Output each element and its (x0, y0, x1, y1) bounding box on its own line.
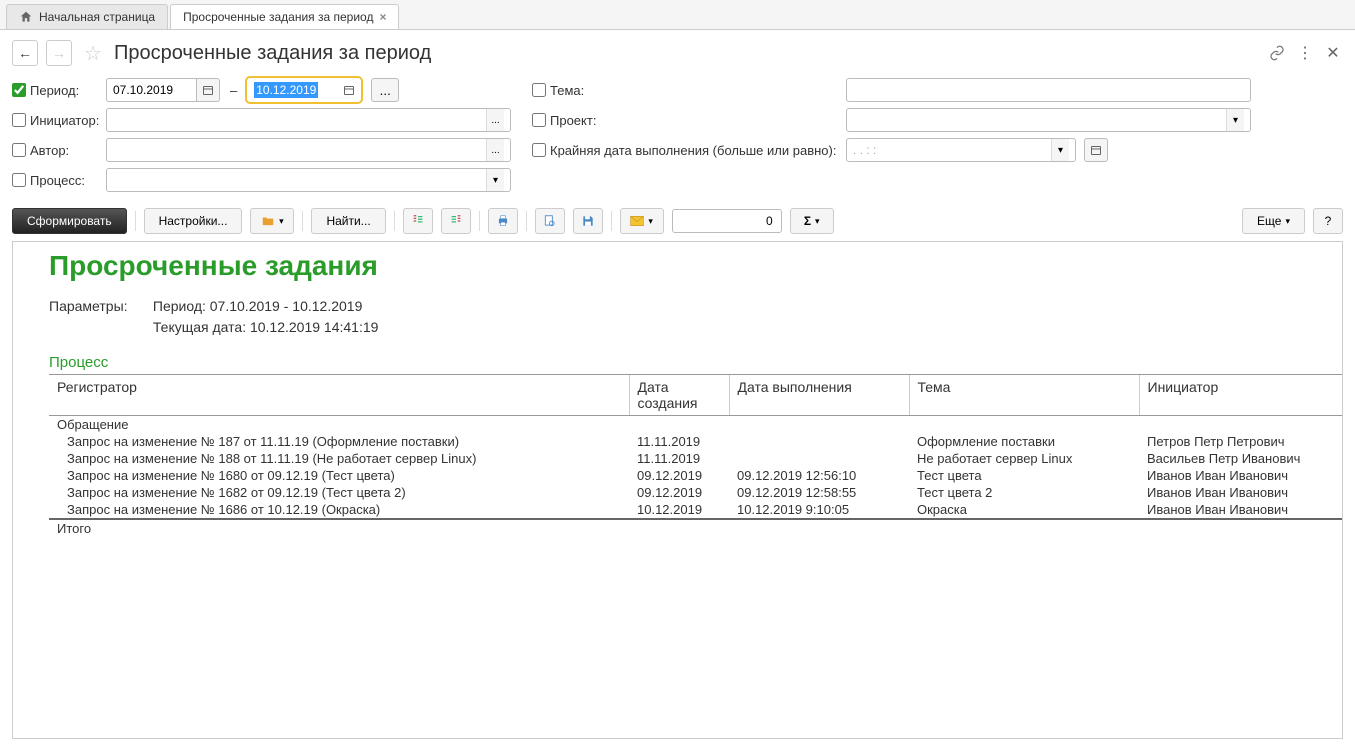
initiator-checkbox[interactable] (12, 113, 26, 127)
print-button[interactable] (488, 208, 518, 234)
col-registrar: Регистратор (49, 375, 629, 416)
ellipsis-icon[interactable]: ... (486, 139, 504, 161)
generate-button[interactable]: Сформировать (12, 208, 127, 234)
printer-icon (496, 214, 510, 228)
author-input[interactable]: ... (106, 138, 511, 162)
save-button[interactable] (573, 208, 603, 234)
period-to-input[interactable]: 10.12.2019 (247, 78, 337, 102)
document-search-icon (543, 214, 557, 228)
tab-report-label: Просроченные задания за период (183, 10, 373, 24)
kebab-icon[interactable]: ⋮ (1295, 43, 1315, 63)
chevron-down-icon[interactable]: ▾ (1051, 139, 1069, 161)
link-icon[interactable] (1267, 43, 1287, 63)
process-input[interactable]: ▾ (106, 168, 511, 192)
chevron-down-icon[interactable]: ▾ (486, 169, 504, 191)
report-area: − − Просроченные задания Параметры: Пери… (12, 241, 1343, 739)
report-params: Параметры: Период: 07.10.2019 - 10.12.20… (49, 296, 1342, 338)
sum-input[interactable] (672, 209, 782, 233)
group-row[interactable]: Обращение (49, 416, 1342, 434)
topic-label: Тема: (532, 83, 842, 98)
header: ← → ☆ Просроченные задания за период ⋮ ✕ (0, 30, 1355, 74)
preview-button[interactable] (535, 208, 565, 234)
page-title: Просроченные задания за период (114, 42, 431, 65)
col-topic: Тема (909, 375, 1139, 416)
report-table: Регистратор Дата создания Дата выполнени… (49, 375, 1342, 537)
ellipsis-icon[interactable]: ... (486, 109, 504, 131)
author-label: Автор: (12, 143, 102, 158)
table-row[interactable]: Запрос на изменение № 188 от 11.11.19 (Н… (49, 450, 1342, 467)
diskette-icon (581, 214, 595, 228)
process-checkbox[interactable] (12, 173, 26, 187)
report-title: Просроченные задания (49, 250, 1342, 282)
favorite-button[interactable]: ☆ (80, 40, 106, 66)
deadline-label: Крайняя дата выполнения (больше или равн… (532, 143, 842, 158)
chevron-down-icon[interactable]: ▾ (1226, 109, 1244, 131)
process-label: Процесс: (12, 173, 102, 188)
home-icon (19, 10, 33, 24)
table-row[interactable]: Запрос на изменение № 1680 от 09.12.19 (… (49, 467, 1342, 484)
expand-all-button[interactable] (403, 208, 433, 234)
project-input[interactable]: ▾ (846, 108, 1251, 132)
table-row[interactable]: Запрос на изменение № 1682 от 09.12.19 (… (49, 484, 1342, 501)
col-created: Дата создания (629, 375, 729, 416)
folder-icon (261, 214, 275, 228)
period-dash: – (224, 83, 243, 98)
variants-button[interactable]: ▾ (250, 208, 294, 234)
collapse-icon (449, 214, 463, 228)
period-select-button[interactable]: ... (371, 78, 399, 102)
col-initiator: Инициатор (1139, 375, 1342, 416)
envelope-icon (630, 215, 644, 227)
tab-report[interactable]: Просроченные задания за период × (170, 4, 399, 29)
tab-home-label: Начальная страница (39, 10, 155, 24)
tab-home[interactable]: Начальная страница (6, 4, 168, 29)
table-row[interactable]: Запрос на изменение № 1686 от 10.12.19 (… (49, 501, 1342, 519)
topic-checkbox[interactable] (532, 83, 546, 97)
tab-bar: Начальная страница Просроченные задания … (0, 0, 1355, 30)
project-label: Проект: (532, 113, 842, 128)
expand-icon (411, 214, 425, 228)
close-icon[interactable]: × (379, 10, 386, 24)
author-checkbox[interactable] (12, 143, 26, 157)
filter-panel: Период: – 10.12.2019 ... Тема: (0, 74, 1355, 202)
calendar-icon[interactable] (196, 78, 220, 102)
table-row[interactable]: Запрос на изменение № 187 от 11.11.19 (О… (49, 433, 1342, 450)
deadline-input[interactable]: . . : : ▾ (846, 138, 1076, 162)
calendar-icon[interactable] (1084, 138, 1108, 162)
initiator-label: Инициатор: (12, 113, 102, 128)
process-header: Процесс (49, 354, 1342, 375)
period-label: Период: (12, 83, 102, 98)
total-row: Итого (49, 519, 1342, 537)
back-button[interactable]: ← (12, 40, 38, 66)
find-button[interactable]: Найти... (311, 208, 385, 234)
period-checkbox[interactable] (12, 83, 26, 97)
period-from-input[interactable] (106, 78, 196, 102)
initiator-input[interactable]: ... (106, 108, 511, 132)
settings-button[interactable]: Настройки... (144, 208, 243, 234)
email-button[interactable]: ▾ (620, 208, 664, 234)
more-button[interactable]: Еще ▾ (1242, 208, 1305, 234)
collapse-all-button[interactable] (441, 208, 471, 234)
close-window-icon[interactable]: ✕ (1323, 43, 1343, 63)
project-checkbox[interactable] (532, 113, 546, 127)
forward-button[interactable]: → (46, 40, 72, 66)
col-executed: Дата выполнения (729, 375, 909, 416)
deadline-checkbox[interactable] (532, 143, 546, 157)
calendar-icon[interactable] (337, 78, 361, 102)
help-button[interactable]: ? (1313, 208, 1343, 234)
toolbar: Сформировать Настройки... ▾ Найти... ▾ Σ… (0, 202, 1355, 241)
sum-button[interactable]: Σ▾ (790, 208, 834, 234)
topic-input[interactable] (846, 78, 1251, 102)
